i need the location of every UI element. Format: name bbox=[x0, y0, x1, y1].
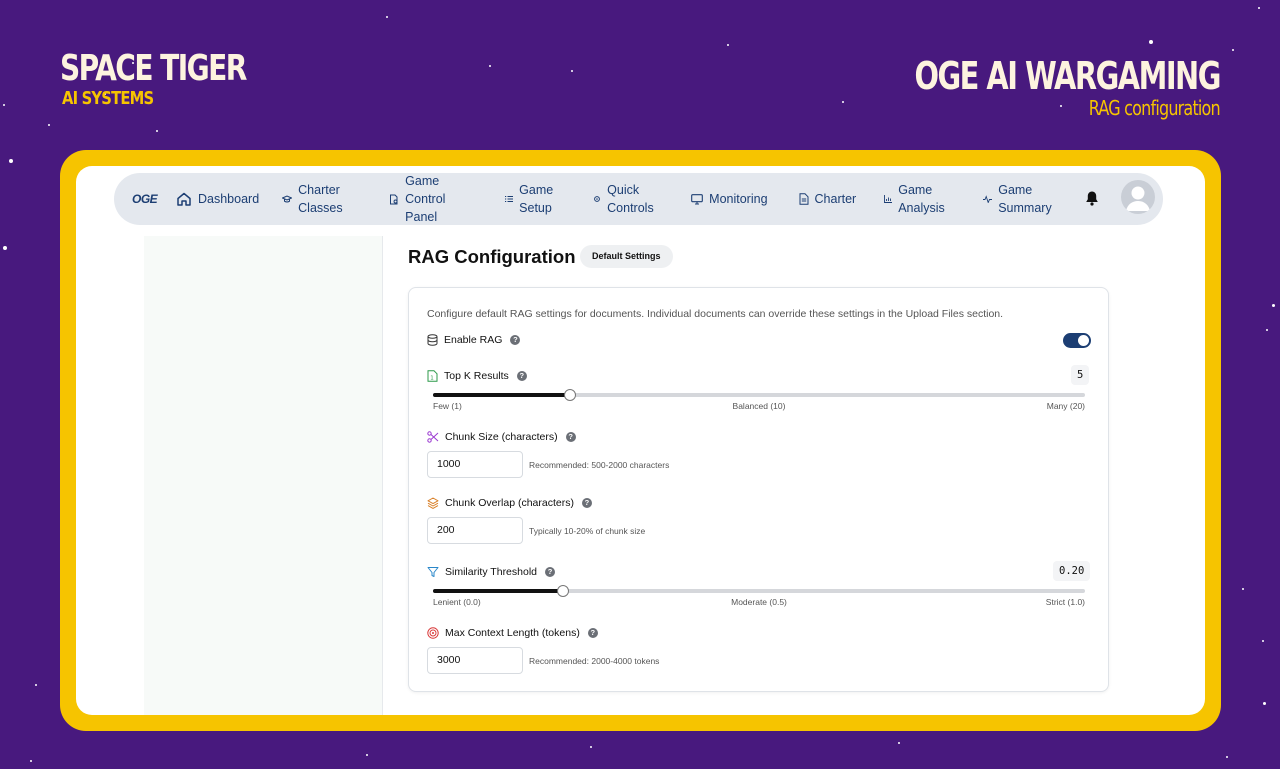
home-icon bbox=[177, 192, 191, 206]
nav-game-analysis-label: Game Analysis bbox=[898, 183, 945, 215]
similarity-mid-label: Moderate (0.5) bbox=[731, 597, 787, 607]
top-k-value: 5 bbox=[1071, 365, 1090, 385]
chunk-overlap-input[interactable]: 200 bbox=[427, 517, 523, 544]
rag-description: Configure default RAG settings for docum… bbox=[427, 308, 1004, 320]
top-navbar: OGE Dashboard Charter Classes Game Contr… bbox=[114, 173, 1163, 225]
list-icon bbox=[505, 196, 514, 202]
rag-settings-card: Configure default RAG settings for docum… bbox=[408, 287, 1109, 692]
help-icon[interactable]: ? bbox=[545, 567, 556, 577]
brand-right-subtitle: RAG configuration bbox=[1088, 96, 1221, 120]
bar-chart-icon bbox=[884, 195, 893, 203]
help-icon[interactable]: ? bbox=[565, 432, 576, 442]
nav-game-control-panel-label: Game Control Panel bbox=[405, 174, 446, 224]
slider-fill bbox=[433, 589, 564, 593]
graduation-cap-icon bbox=[282, 195, 293, 203]
nav-charter-label: Charter bbox=[814, 192, 857, 206]
slider-thumb[interactable] bbox=[557, 585, 570, 597]
sidebar bbox=[144, 236, 383, 715]
nav-game-setup-label: Game Setup bbox=[519, 183, 554, 215]
nav-monitoring-label: Monitoring bbox=[709, 192, 768, 206]
enable-rag-toggle[interactable] bbox=[1063, 333, 1091, 348]
nav-quick-controls-label: Quick Controls bbox=[607, 183, 654, 215]
brand-left-subtitle: AI SYSTEMS bbox=[62, 88, 154, 109]
help-icon[interactable]: ? bbox=[581, 498, 592, 508]
help-icon[interactable]: ? bbox=[587, 628, 598, 638]
nav-charter[interactable]: Charter bbox=[799, 190, 857, 208]
product-heading: OGE AI WARGAMING RAG configuration bbox=[818, 54, 1222, 120]
activity-icon bbox=[983, 195, 993, 203]
max-context-row: Max Context Length (tokens) ? bbox=[427, 627, 598, 639]
notification-bell-icon[interactable] bbox=[1085, 190, 1099, 206]
enable-rag-row: Enable RAG ? bbox=[427, 334, 521, 346]
similarity-slider[interactable] bbox=[433, 585, 1085, 597]
screenshot-frame: OGE Dashboard Charter Classes Game Contr… bbox=[60, 150, 1221, 731]
top-k-min-label: Few (1) bbox=[433, 401, 462, 411]
nav-dashboard-label: Dashboard bbox=[198, 192, 260, 206]
nav-dashboard[interactable]: Dashboard bbox=[176, 190, 259, 208]
monitor-icon bbox=[691, 193, 704, 205]
chunk-overlap-row: Chunk Overlap (characters) ? bbox=[427, 497, 592, 509]
nav-game-summary-label: Game Summary bbox=[998, 183, 1052, 215]
file-number-icon: 1 bbox=[427, 370, 438, 382]
top-k-row: 1 Top K Results ? bbox=[427, 370, 527, 382]
max-context-hint: Recommended: 2000-4000 tokens bbox=[529, 656, 660, 666]
svg-text:1: 1 bbox=[430, 376, 434, 382]
filter-icon bbox=[427, 567, 439, 577]
oge-logo[interactable]: OGE bbox=[132, 192, 176, 206]
top-k-slider[interactable] bbox=[433, 389, 1085, 401]
slider-thumb[interactable] bbox=[563, 389, 576, 401]
nav-game-analysis[interactable]: Game Analysis bbox=[884, 181, 964, 217]
user-icon bbox=[1126, 186, 1150, 211]
max-context-label: Max Context Length (tokens) bbox=[445, 627, 580, 639]
similarity-max-label: Strict (1.0) bbox=[1045, 597, 1085, 607]
similarity-min-label: Lenient (0.0) bbox=[433, 597, 481, 607]
top-k-max-label: Many (20) bbox=[1046, 401, 1085, 411]
top-k-mid-label: Balanced (10) bbox=[732, 401, 786, 411]
similarity-label: Similarity Threshold bbox=[445, 566, 538, 578]
slider-fill bbox=[433, 393, 570, 397]
brand-left-title: SPACE TIGER bbox=[60, 48, 247, 89]
similarity-value: 0.20 bbox=[1053, 561, 1091, 581]
chunk-size-label: Chunk Size (characters) bbox=[445, 431, 558, 443]
chunk-overlap-label: Chunk Overlap (characters) bbox=[445, 497, 574, 509]
brand-right-title: OGE AI WARGAMING bbox=[914, 54, 1222, 98]
nav-quick-controls[interactable]: Quick Controls bbox=[593, 181, 679, 217]
scissors-icon bbox=[427, 431, 439, 443]
user-avatar[interactable] bbox=[1121, 180, 1155, 214]
nav-game-setup[interactable]: Game Setup bbox=[505, 181, 579, 217]
help-icon[interactable]: ? bbox=[510, 335, 521, 345]
page-title: RAG Configuration bbox=[408, 246, 576, 267]
database-icon bbox=[427, 334, 438, 346]
nav-game-control-panel[interactable]: Game Control Panel bbox=[389, 172, 489, 226]
chunk-size-hint: Recommended: 500-2000 characters bbox=[529, 460, 670, 470]
gear-icon bbox=[594, 196, 601, 202]
app-window: OGE Dashboard Charter Classes Game Contr… bbox=[76, 166, 1205, 715]
max-context-input[interactable]: 3000 bbox=[427, 647, 523, 674]
nav-game-summary[interactable]: Game Summary bbox=[983, 181, 1063, 217]
toggle-knob bbox=[1078, 335, 1089, 346]
chunk-overlap-hint: Typically 10-20% of chunk size bbox=[529, 526, 646, 536]
help-icon[interactable]: ? bbox=[516, 371, 527, 381]
default-settings-badge: Default Settings bbox=[580, 245, 673, 268]
document-icon bbox=[799, 193, 809, 205]
nav-charter-classes[interactable]: Charter Classes bbox=[282, 181, 372, 217]
nav-monitoring[interactable]: Monitoring bbox=[691, 190, 768, 208]
chunk-size-input[interactable]: 1000 bbox=[427, 451, 523, 478]
similarity-row: Similarity Threshold ? bbox=[427, 566, 556, 578]
layers-icon bbox=[427, 497, 439, 509]
chunk-size-row: Chunk Size (characters) ? bbox=[427, 431, 576, 443]
enable-rag-label: Enable RAG bbox=[444, 334, 503, 346]
target-icon bbox=[427, 627, 439, 639]
document-gear-icon bbox=[390, 194, 398, 204]
nav-charter-classes-label: Charter Classes bbox=[298, 183, 343, 215]
space-tiger-logo: SPACE TIGER AI SYSTEMS bbox=[60, 50, 298, 110]
top-k-label: Top K Results bbox=[444, 370, 509, 382]
